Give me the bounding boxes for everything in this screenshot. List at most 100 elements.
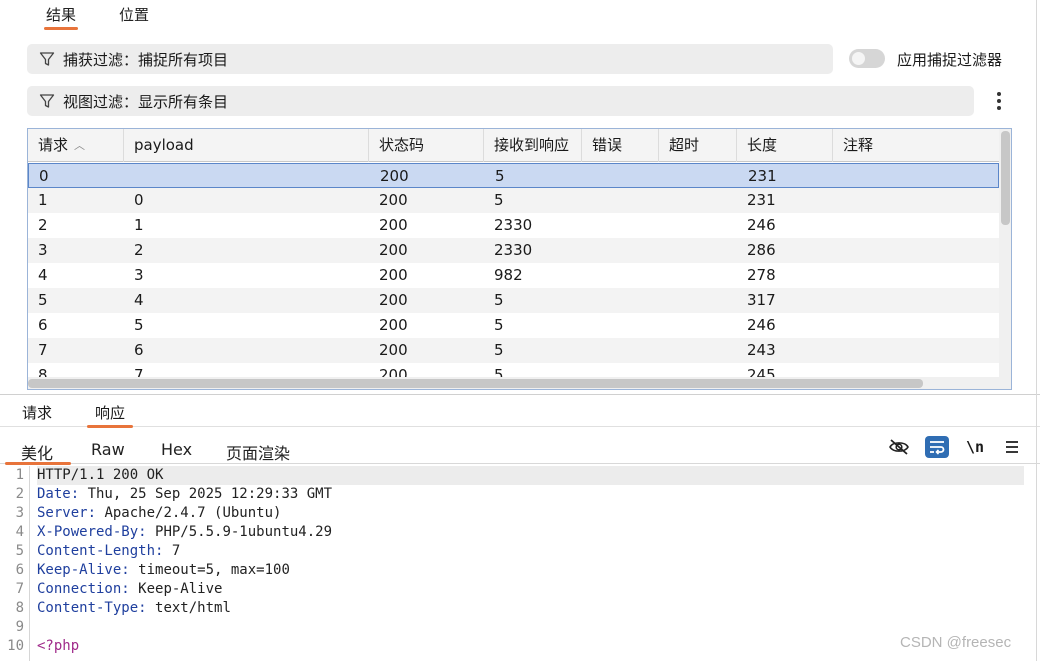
table-row[interactable]: 2 1 200 2330 246	[28, 213, 999, 238]
eye-off-icon[interactable]	[887, 436, 911, 458]
table-row[interactable]: 0 200 5 231	[28, 163, 999, 188]
tab-results[interactable]: 结果	[43, 4, 79, 30]
header-key: Date	[37, 486, 71, 502]
line-number: 6	[15, 562, 24, 578]
cell-error	[582, 238, 592, 263]
line-number: 8	[15, 600, 24, 616]
cell-response-received: 5	[494, 191, 504, 209]
table-row[interactable]: 6 5 200 5 246	[28, 313, 999, 338]
cell-length: 286	[747, 241, 776, 259]
capture-filter-label: 捕获过滤：捕捉所有项目	[63, 50, 229, 69]
view-mode-tab-bar: 美化 Raw Hex 页面渲染	[0, 430, 1040, 465]
newline-icon[interactable]: \n	[963, 436, 987, 458]
cell-error	[582, 288, 592, 313]
line-number: 10	[7, 638, 24, 654]
cell-length: 231	[748, 167, 777, 185]
cell-payload: 4	[134, 291, 144, 309]
line-number: 2	[15, 486, 24, 502]
more-options-icon[interactable]	[992, 90, 1006, 112]
table-row[interactable]: 3 2 200 2330 286	[28, 238, 999, 263]
cell-response-received: 5	[494, 366, 504, 377]
header-key: Connection	[37, 581, 122, 597]
cell-payload: 2	[134, 241, 144, 259]
cell-timeout	[659, 363, 669, 377]
results-table: 请求 ︿ payload 状态码 接收到响应 错误 超时 长度 注释 0 200 5 2…	[27, 128, 1012, 390]
header-separator: :	[121, 562, 139, 578]
tab-request[interactable]: 请求	[22, 402, 52, 426]
view-filter-bar[interactable]: 视图过滤：显示所有条目	[27, 86, 974, 116]
tab-raw[interactable]: Raw	[91, 440, 125, 464]
col-request[interactable]: 请求 ︿	[28, 129, 124, 162]
cell-error	[582, 188, 592, 213]
line-text: Content-Length: 7	[37, 542, 1024, 561]
col-length[interactable]: 长度	[737, 129, 833, 162]
table-row[interactable]: 1 0 200 5 231	[28, 188, 999, 213]
cell-timeout	[659, 238, 669, 263]
cell-payload: 5	[134, 316, 144, 334]
header-value: Keep-Alive	[138, 581, 223, 597]
cell-status: 200	[379, 241, 408, 259]
header-separator: :	[70, 486, 88, 502]
response-editor[interactable]: 1 HTTP/1.1 200 OK 2 Date: Thu, 25 Sep 2025 …	[0, 466, 1040, 661]
col-comment[interactable]: 注释	[833, 129, 999, 162]
col-timeout[interactable]: 超时	[659, 129, 737, 162]
cell-request: 4	[38, 266, 48, 284]
cell-status: 200	[379, 216, 408, 234]
vertical-scrollbar[interactable]	[999, 129, 1011, 389]
line-text: Date: Thu, 25 Sep 2025 12:29:33 GMT	[37, 485, 1024, 504]
wrap-icon[interactable]	[925, 436, 949, 458]
header-separator: :	[138, 600, 156, 616]
cell-comment	[833, 363, 843, 377]
apply-capture-filter-toggle[interactable]	[849, 49, 885, 68]
menu-icon[interactable]	[1000, 436, 1024, 458]
table-header: 请求 ︿ payload 状态码 接收到响应 错误 超时 长度 注释	[28, 129, 999, 162]
cell-payload: 6	[134, 341, 144, 359]
col-error[interactable]: 错误	[582, 129, 659, 162]
tab-positions[interactable]: 位置	[119, 4, 149, 30]
cell-comment	[834, 164, 844, 189]
cell-error	[582, 363, 592, 377]
cell-length: 278	[747, 266, 776, 284]
line-number: 3	[15, 505, 24, 521]
table-row[interactable]: 5 4 200 5 317	[28, 288, 999, 313]
tab-response[interactable]: 响应	[86, 402, 134, 428]
line-text: Keep-Alive: timeout=5, max=100	[37, 561, 1024, 580]
line-number: 7	[15, 581, 24, 597]
cell-comment	[833, 263, 843, 288]
table-row[interactable]: 7 6 200 5 243	[28, 338, 999, 363]
capture-filter-bar[interactable]: 捕获过滤：捕捉所有项目	[27, 44, 833, 74]
header-key: Content-Length	[37, 543, 156, 559]
line-text: X-Powered-By: PHP/5.5.9-1ubuntu4.29	[37, 523, 1024, 542]
cell-error	[582, 338, 592, 363]
table-row[interactable]: 4 3 200 982 278	[28, 263, 999, 288]
col-response-received[interactable]: 接收到响应	[484, 129, 582, 162]
cell-status: 200	[379, 366, 408, 377]
filter-icon	[39, 51, 55, 67]
cell-payload: 1	[134, 216, 144, 234]
cell-comment	[833, 213, 843, 238]
horizontal-scrollbar[interactable]	[28, 377, 999, 389]
cell-error	[583, 164, 593, 189]
code-line: 3 Server: Apache/2.4.7 (Ubuntu)	[0, 504, 1040, 523]
tab-hex[interactable]: Hex	[161, 440, 192, 464]
pane-divider[interactable]	[0, 394, 1040, 395]
cell-request: 3	[38, 241, 48, 259]
header-value: timeout=5, max=100	[138, 562, 290, 578]
cell-request: 1	[38, 191, 48, 209]
cell-comment	[833, 288, 843, 313]
tab-render[interactable]: 页面渲染	[226, 440, 290, 464]
cell-length: 231	[747, 191, 776, 209]
cell-response-received: 5	[495, 167, 505, 185]
cell-length: 243	[747, 341, 776, 359]
tab-pretty[interactable]: 美化	[4, 440, 72, 465]
col-payload[interactable]: payload	[124, 129, 369, 162]
code-line: 2 Date: Thu, 25 Sep 2025 12:29:33 GMT	[0, 485, 1040, 504]
col-status[interactable]: 状态码	[369, 129, 484, 162]
table-row[interactable]: 8 7 200 5 245	[28, 363, 999, 377]
code-line: 4 X-Powered-By: PHP/5.5.9-1ubuntu4.29	[0, 523, 1040, 542]
cell-status: 200	[379, 191, 408, 209]
table-body: 0 200 5 231 1 0 200 5 231 2 1 200 2330 246 3 2 200 2330 28…	[28, 163, 999, 377]
header-value: Apache/2.4.7 (Ubuntu)	[104, 505, 282, 521]
code-line: 9	[0, 618, 1040, 637]
cell-request: 0	[39, 167, 49, 185]
